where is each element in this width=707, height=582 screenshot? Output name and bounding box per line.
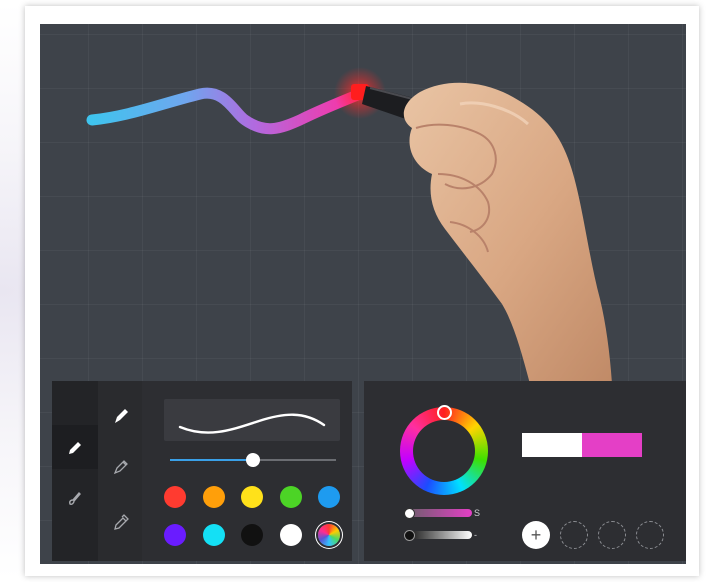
- brush-size-fill: [170, 459, 253, 461]
- color-swatch[interactable]: [279, 524, 302, 546]
- brush-settings-panel: [52, 381, 352, 561]
- pencil-icon: [69, 442, 81, 454]
- color-swatch[interactable]: [202, 524, 225, 546]
- saturation-label: S: [474, 508, 481, 518]
- drawn-stroke: [86, 87, 366, 135]
- color-swatch[interactable]: [241, 524, 263, 546]
- brush-size-knob[interactable]: [246, 453, 260, 467]
- color-swatch[interactable]: [202, 486, 225, 508]
- color-picker-panel: S - +: [364, 381, 686, 561]
- image-frame: S - +: [25, 6, 699, 576]
- color-swatch[interactable]: [279, 486, 302, 508]
- saturation-slider[interactable]: [404, 508, 472, 519]
- brightness-knob[interactable]: [404, 530, 415, 541]
- brightness-label: -: [474, 530, 477, 540]
- secondary-color-preview: [582, 433, 642, 457]
- color-swatch[interactable]: [318, 486, 340, 508]
- brush-tool-button[interactable]: [60, 483, 90, 513]
- color-wheel-button[interactable]: [318, 524, 340, 546]
- stroke-preview-curve: [178, 413, 326, 434]
- empty-color-slot[interactable]: [636, 521, 664, 549]
- pencil-tool-button[interactable]: [60, 433, 90, 463]
- pen-type-button[interactable]: [106, 401, 136, 431]
- highlighter-type-button[interactable]: [106, 507, 136, 537]
- drawing-canvas[interactable]: S - +: [40, 24, 686, 564]
- stroke-preview: [164, 399, 340, 441]
- empty-color-slot[interactable]: [598, 521, 626, 549]
- marker-type-button[interactable]: [106, 451, 136, 481]
- highlighter-icon: [114, 514, 129, 530]
- color-swatch[interactable]: [241, 486, 263, 508]
- color-swatch[interactable]: [164, 486, 186, 508]
- color-comparison-preview: [522, 433, 642, 457]
- hue-ring[interactable]: [400, 405, 488, 495]
- brush-icon: [69, 491, 81, 505]
- saturation-knob[interactable]: [404, 508, 415, 519]
- tool-column: [52, 381, 98, 561]
- canvas-artwork: [86, 67, 612, 384]
- hand: [403, 82, 612, 384]
- primary-color-preview: [522, 433, 582, 457]
- pen-nib-icon: [115, 409, 128, 423]
- color-swatch[interactable]: [164, 524, 186, 546]
- brush-size-slider[interactable]: [170, 453, 336, 467]
- add-color-button[interactable]: +: [522, 521, 550, 549]
- marker-icon: [113, 460, 128, 475]
- empty-color-slot[interactable]: [560, 521, 588, 549]
- hue-ring-handle[interactable]: [437, 405, 452, 420]
- brightness-slider[interactable]: [404, 530, 472, 541]
